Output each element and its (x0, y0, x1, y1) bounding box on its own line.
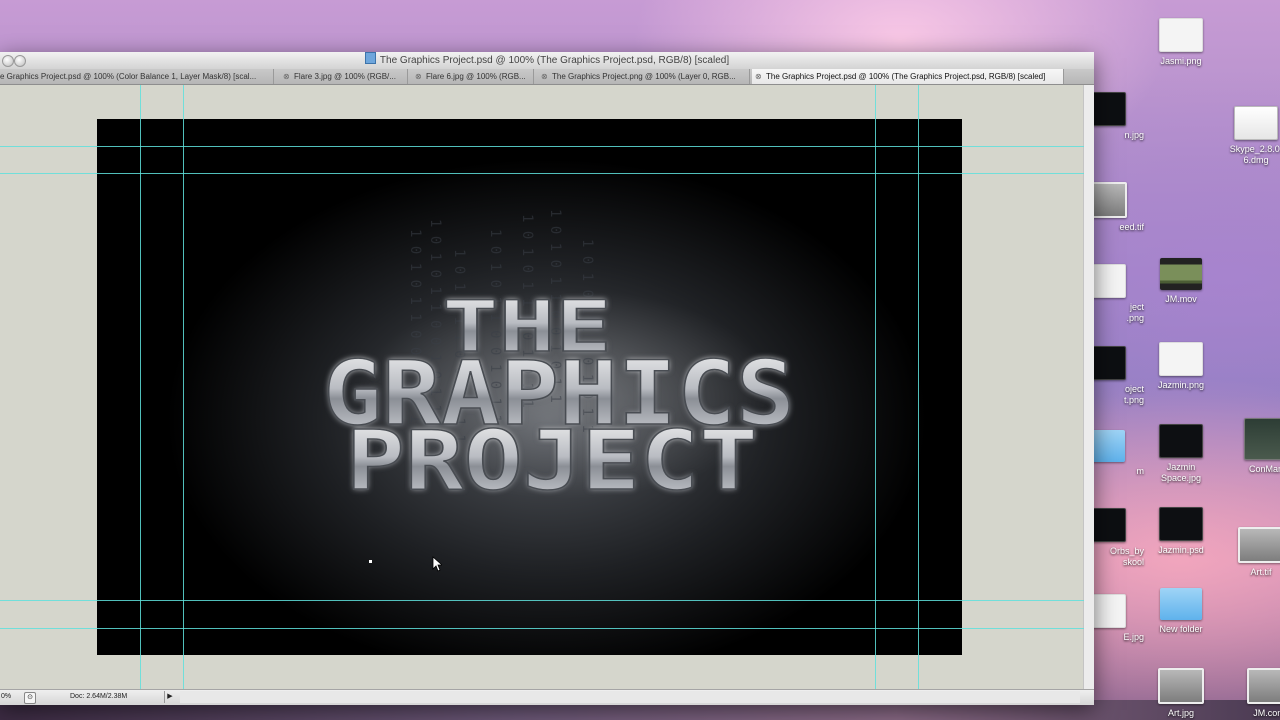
tab-label: Flare 6.jpg @ 100% (RGB... (426, 72, 526, 81)
document-size-readout: Doc: 2.64M/2.38M (70, 693, 128, 700)
graphics-project-artwork: THE GRAPHICS PROJECT (322, 285, 796, 510)
guide-vertical[interactable] (140, 85, 141, 689)
zoom-level-field[interactable]: 0% (0, 691, 21, 703)
window-titlebar[interactable]: The Graphics Project.psd @ 100% (The Gra… (0, 52, 1094, 70)
close-tab-icon[interactable]: ⊗ (283, 69, 290, 84)
status-bar: 0% ⊙ Doc: 2.64M/2.38M ▶ (0, 689, 1094, 705)
guide-horizontal[interactable] (0, 146, 1084, 147)
desktop-icon-label: Skype_2.8.0. 6.dmg (1229, 144, 1280, 165)
window-title: The Graphics Project.psd @ 100% (The Gra… (379, 55, 730, 66)
folder-icon (1160, 588, 1202, 620)
tab-label: The Graphics Project.psd @ 100% (The Gra… (766, 72, 1046, 81)
horizontal-scrollbar[interactable] (180, 691, 1080, 703)
tab-flare-3-jpg[interactable]: ⊗ Flare 3.jpg @ 100% (RGB/... (280, 69, 408, 84)
tab-graphics-project-png[interactable]: ⊗ The Graphics Project.png @ 100% (Layer… (538, 69, 750, 84)
tab-label: Flare 3.jpg @ 100% (RGB/... (294, 72, 396, 81)
guide-vertical[interactable] (918, 85, 919, 689)
image-file-icon (1247, 668, 1280, 704)
desktop-icon-label: Art.tif (1250, 567, 1272, 577)
close-window-icon[interactable] (2, 55, 14, 67)
close-tab-icon[interactable]: ⊗ (541, 69, 548, 84)
image-file-icon (1159, 342, 1203, 376)
mouse-pointer-icon (432, 556, 442, 572)
guide-vertical[interactable] (875, 85, 876, 689)
desktop-icon-conman[interactable]: ConMan (1218, 418, 1280, 475)
document-tab-bar: e Graphics Project.psd @ 100% (Color Bal… (0, 69, 1094, 85)
desktop-icon-art-jpg[interactable]: Art.jpg (1133, 668, 1229, 719)
status-info-arrow-icon[interactable]: ▶ (164, 691, 175, 703)
desktop-icon-label: Jasmi.png (1160, 56, 1202, 66)
guide-horizontal[interactable] (0, 600, 1084, 601)
desktop-icon-label: Art.jpg (1167, 708, 1194, 718)
minimize-window-icon[interactable] (14, 55, 26, 67)
brush-dot (369, 560, 372, 563)
psd-document-icon (364, 52, 376, 64)
vertical-scrollbar[interactable] (1083, 85, 1094, 689)
close-tab-icon[interactable]: ⊗ (415, 69, 422, 84)
guide-vertical[interactable] (183, 85, 184, 689)
tab-label: e Graphics Project.psd @ 100% (Color Bal… (0, 72, 257, 81)
image-file-icon (1238, 527, 1280, 563)
artwork-line-project: PROJECT (346, 414, 758, 509)
disk-image-icon (1234, 106, 1278, 140)
desktop-icon-jasmi-png[interactable]: Jasmi.png (1133, 18, 1229, 67)
guide-horizontal[interactable] (0, 173, 1084, 174)
document-canvas[interactable]: 1 0 1 0 1 1 0 0 1 0 1 1 1 0 1 0 1 1 0 0 … (97, 119, 962, 655)
desktop-icon-skype-dmg[interactable]: Skype_2.8.0. 6.dmg (1208, 106, 1280, 166)
desktop-icon-art-tif[interactable]: Art.tif (1213, 527, 1280, 578)
application-icon (1244, 418, 1280, 460)
image-file-icon (1159, 18, 1203, 52)
image-file-icon (1158, 668, 1204, 704)
close-tab-icon[interactable]: ⊗ (755, 69, 762, 84)
movie-file-icon (1160, 258, 1202, 290)
photoshop-document-window: The Graphics Project.psd @ 100% (The Gra… (0, 52, 1094, 705)
desktop-icon-label: ConMan (1248, 464, 1280, 474)
psd-file-icon (1159, 507, 1203, 541)
guide-horizontal[interactable] (0, 628, 1084, 629)
desktop-icon-jm-conv[interactable]: JM.conv (1222, 668, 1280, 719)
tab-label: The Graphics Project.png @ 100% (Layer 0… (552, 72, 736, 81)
tab-graphics-project-psd-color-balance[interactable]: e Graphics Project.psd @ 100% (Color Bal… (0, 69, 274, 84)
image-file-icon (1159, 424, 1203, 458)
status-menu-button[interactable]: ⊙ (24, 692, 36, 704)
tab-graphics-project-psd[interactable]: ⊗ The Graphics Project.psd @ 100% (The G… (752, 69, 1064, 84)
desktop-icon-label: JM.conv (1253, 708, 1280, 718)
tab-flare-6-jpg[interactable]: ⊗ Flare 6.jpg @ 100% (RGB... (412, 69, 534, 84)
